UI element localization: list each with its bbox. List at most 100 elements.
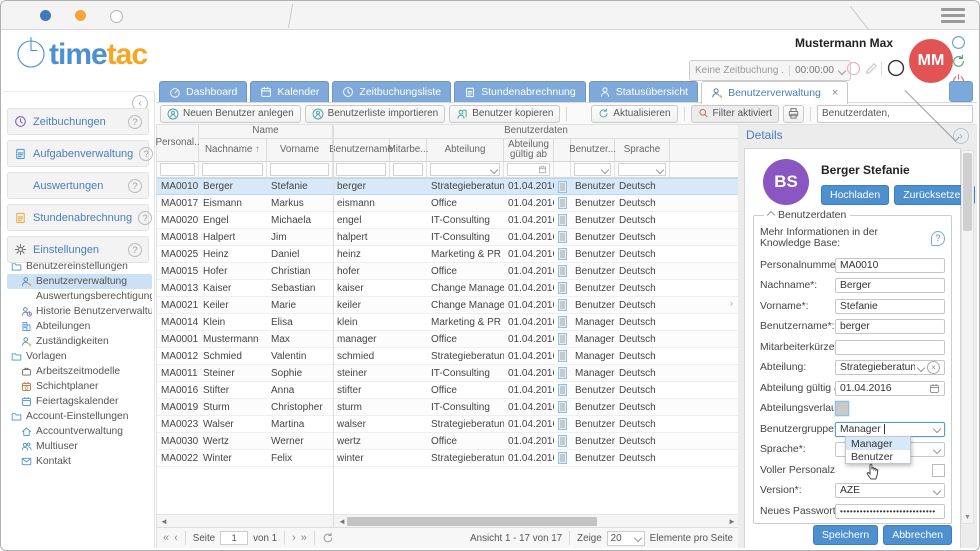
table-row-ma0025[interactable]: MA0025HeinzDanielheinzMarketing & PR01.0… <box>157 246 739 263</box>
filter-benutzername[interactable] <box>333 162 390 177</box>
chevron-down-icon[interactable] <box>838 66 846 74</box>
department-history-button[interactable] <box>558 333 567 345</box>
table-row-ma0017[interactable]: MA0017EismannMarkuseismannOffice01.04.20… <box>157 195 739 212</box>
sidebar-item-schichtplaner[interactable]: Schichtplaner <box>7 379 152 394</box>
tab-dashboard[interactable]: Dashboard <box>159 81 247 102</box>
filter-abteilung[interactable] <box>427 162 504 177</box>
save-button[interactable]: Speichern <box>813 525 878 545</box>
department-history-button[interactable] <box>558 435 567 447</box>
column-header-abteilung[interactable]: Abteilung <box>427 139 504 161</box>
neues-passwort-input[interactable]: ••••••••••••••••••••••••••••• <box>835 504 945 519</box>
details-scrollbar[interactable]: ▼ <box>961 150 974 524</box>
table-row-ma0021[interactable]: MA0021KeilerMariekeilerChange Management… <box>157 297 739 314</box>
user-avatar[interactable]: MM <box>909 39 953 83</box>
department-history-button[interactable] <box>558 350 567 362</box>
filter-input[interactable] <box>336 163 386 176</box>
column-preset-dropdown[interactable]: Benutzerdaten, Pausenregelung, Ru <box>817 105 973 123</box>
table-row-ma0010[interactable]: MA0010BergerStefaniebergerStrategieberat… <box>157 178 739 195</box>
department-history-button[interactable] <box>558 197 567 209</box>
table-row-ma0018[interactable]: MA0018HalpertJimhalpertIT-Consulting01.0… <box>157 229 739 246</box>
column-header-nachname[interactable]: Nachname ↑ <box>199 139 267 161</box>
version-select[interactable]: AZE <box>835 483 945 498</box>
panel-splitter-handle[interactable]: › <box>730 298 733 308</box>
table-row-ma0012[interactable]: MA0012SchmiedValentinschmiedStrategieber… <box>157 348 739 365</box>
column-header-mitarbe[interactable]: Mitarbe... <box>390 139 427 161</box>
column-header-vorname[interactable]: Vorname <box>267 139 333 161</box>
sidebar-item-feiertagskalender[interactable]: Feiertagskalender <box>7 394 152 409</box>
abteilung-select[interactable]: Strategieberatung× <box>835 360 945 375</box>
table-row-ma0011[interactable]: MA0011SteinerSophiesteinerIT-Consulting0… <box>157 365 739 382</box>
table-row-ma0030[interactable]: MA0030WertzWernerwertzOffice01.04.2016Be… <box>157 433 739 450</box>
column-header-benutzer[interactable]: Benutzer... <box>571 139 615 161</box>
nachname-input[interactable]: Berger <box>835 278 945 293</box>
table-row-ma0023[interactable]: MA0023WalserMartinawalserStrategieberatu… <box>157 416 739 433</box>
help-button[interactable]: ? <box>951 35 966 55</box>
filter-input[interactable] <box>202 163 263 176</box>
knowledge-base-help-icon[interactable]: ? <box>931 231 945 246</box>
filter-select[interactable] <box>430 163 500 176</box>
filter-sprache[interactable] <box>615 162 670 177</box>
window-dot-orange-icon[interactable] <box>75 10 86 21</box>
table-row-ma0020[interactable]: MA0020EngelMichaelaengelIT-Consulting01.… <box>157 212 739 229</box>
personalnummer-input[interactable]: MA0010 <box>835 258 945 273</box>
department-history-button[interactable] <box>558 401 567 413</box>
table-row-ma0019[interactable]: MA0019SturmChristophersturmIT-Consulting… <box>157 399 739 416</box>
time-entry-combo[interactable]: Keine Zeitbuchung ... 00:00:00 <box>689 60 851 81</box>
filter-input[interactable] <box>160 163 195 176</box>
sidebar-item-arbeitszeitmodelle[interactable]: Arbeitszeitmodelle <box>7 364 152 379</box>
sidebar-section-aufgabenverwaltung[interactable]: Aufgabenverwaltung? <box>7 140 149 167</box>
filter-select[interactable] <box>618 163 666 176</box>
scroll-down-icon[interactable]: ▼ <box>962 514 973 521</box>
column-header-abteilung-g-ltig-ab[interactable]: Abteilung gültig ab <box>504 139 554 161</box>
table-row-ma0022[interactable]: MA0022WinterFelixwinterStrategieberatung… <box>157 450 739 467</box>
sidebar-item-vorlagen[interactable]: Vorlagen <box>7 349 152 364</box>
table-row-ma0016[interactable]: MA0016StifterAnnastifterOffice01.04.2016… <box>157 382 739 399</box>
print-button[interactable] <box>783 105 804 123</box>
usergroup-option-manager[interactable]: Manager <box>846 437 910 450</box>
tab-status-bersicht[interactable]: Statusübersicht <box>589 81 698 102</box>
help-icon[interactable]: ? <box>128 179 142 193</box>
neuen-benutzer-anlegen-button[interactable]: Neuen Benutzer anlegen <box>160 105 301 123</box>
help-icon[interactable]: ? <box>138 211 152 225</box>
department-history-button[interactable] <box>558 214 567 226</box>
abteilungsverlauf-button[interactable] <box>835 401 849 416</box>
scroll-left-icon[interactable]: ◄ <box>337 517 347 526</box>
filter-input[interactable] <box>393 163 423 176</box>
department-history-button[interactable] <box>558 181 567 193</box>
scroll-left-icon[interactable]: ◄ <box>159 517 169 526</box>
column-header-sprache[interactable]: Sprache <box>615 139 670 161</box>
filter-nachname[interactable] <box>199 162 267 177</box>
tips-button[interactable] <box>949 81 973 102</box>
department-history-button[interactable] <box>558 384 567 396</box>
tab-benutzerverwaltung[interactable]: Benutzerverwaltung× <box>701 81 848 104</box>
voller-personalzugriff-checkbox[interactable] <box>932 464 945 477</box>
prev-page-button[interactable]: ‹ <box>174 533 178 543</box>
last-page-button[interactable]: » <box>301 533 307 543</box>
department-history-button[interactable] <box>558 452 567 464</box>
sidebar-item-accountverwaltung[interactable]: Accountverwaltung <box>7 424 152 439</box>
tab-kalender[interactable]: Kalender <box>250 81 329 102</box>
table-row-ma0015[interactable]: MA0015HoferChristianhoferOffice01.04.201… <box>157 263 739 280</box>
help-icon[interactable]: ? <box>128 243 142 257</box>
benutzername-input[interactable]: berger <box>835 319 945 334</box>
column-header-personalnummer[interactable]: Personal.. <box>157 124 199 161</box>
benutzergruppe-select[interactable]: Manager <box>835 422 945 437</box>
collapse-section-icon[interactable] <box>767 211 775 219</box>
sidebar-item-benutzereinstellungen[interactable]: Benutzereinstellungen <box>7 259 152 274</box>
vorname-input[interactable]: Stefanie <box>835 299 945 314</box>
filter-vorname[interactable] <box>267 162 333 177</box>
reload-button[interactable] <box>951 54 966 74</box>
filter-input[interactable] <box>270 163 329 176</box>
start-tracking-button[interactable] <box>887 59 905 82</box>
sidebar-item-benutzerverwaltung[interactable]: Benutzerverwaltung <box>7 274 152 289</box>
filter-abteilung-g-ltig-ab[interactable] <box>504 162 554 177</box>
refresh-list-button[interactable]: Aktualisieren <box>591 105 677 123</box>
page-size-select[interactable]: 20 <box>607 531 645 546</box>
sidebar-item-auswertungsberechtigungen[interactable]: Auswertungsberechtigungen <box>7 289 152 304</box>
help-icon[interactable]: ? <box>139 147 153 161</box>
next-page-button[interactable]: › <box>292 533 296 543</box>
filter-active-button[interactable]: Filter aktiviert <box>691 105 779 123</box>
sidebar-item-historie-benutzerverwaltung[interactable]: Historie Benutzerverwaltung <box>7 304 152 319</box>
scroll-thumb[interactable] <box>347 517 597 526</box>
refresh-icon[interactable] <box>322 532 334 544</box>
